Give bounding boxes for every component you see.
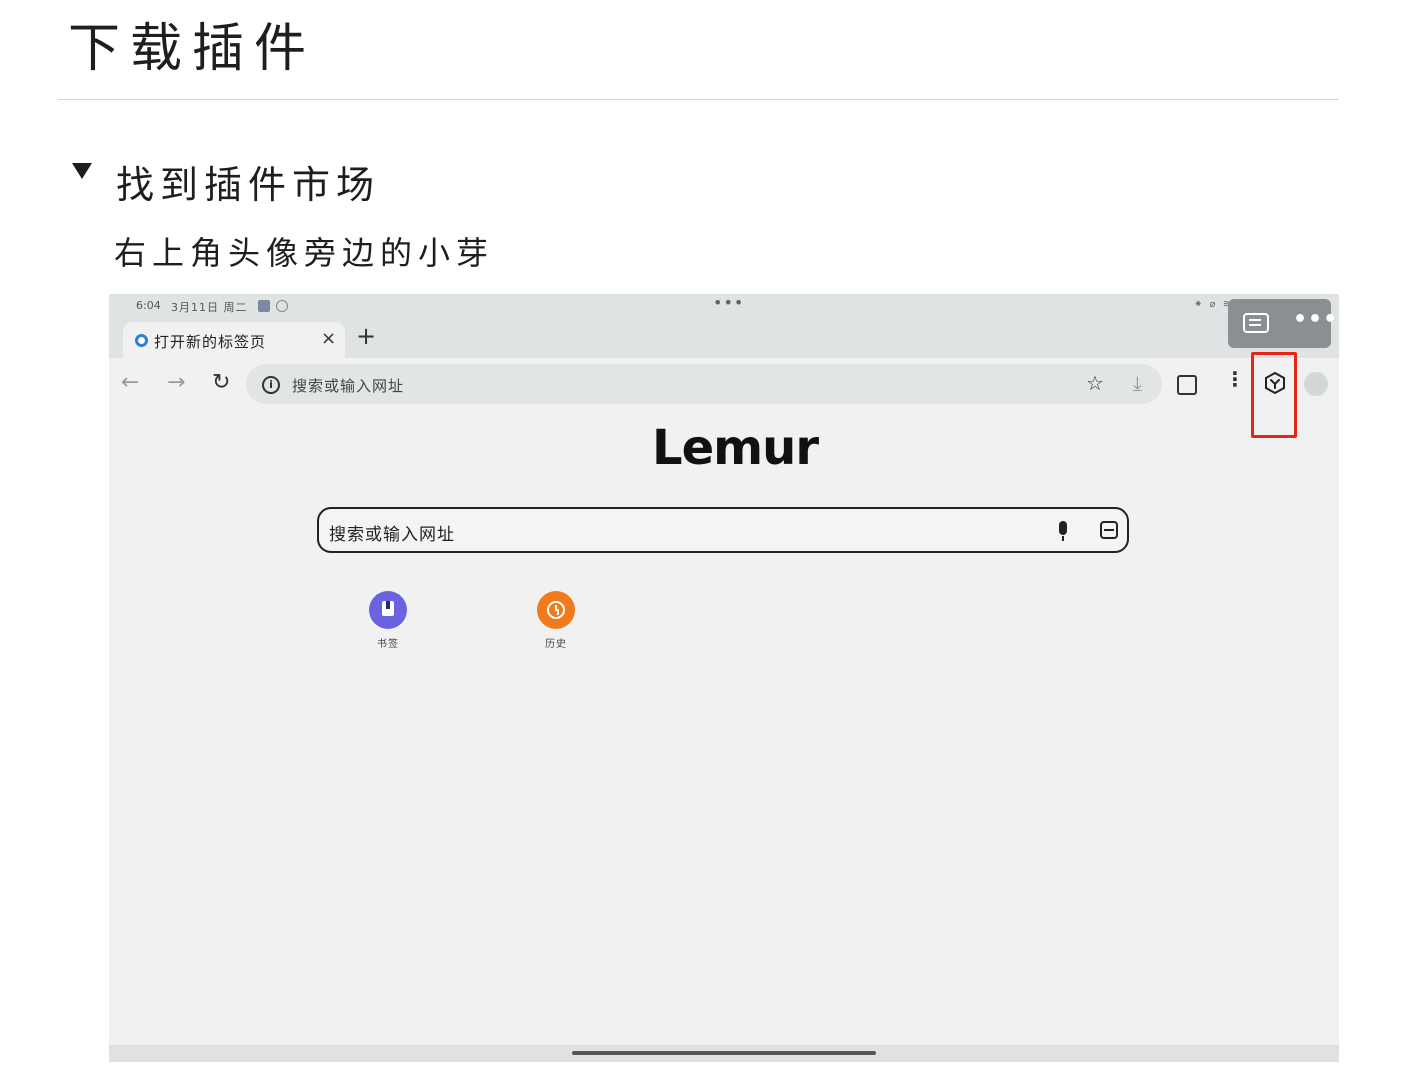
more-options-icon[interactable]: •••	[1293, 307, 1338, 332]
forward-arrow-icon[interactable]: →	[167, 370, 185, 395]
tab-close-icon[interactable]: ×	[321, 328, 336, 349]
document-title: 下载插件	[68, 19, 317, 79]
status-sync-icon	[276, 300, 288, 312]
section-heading: 找到插件市场	[116, 163, 381, 207]
title-divider	[58, 99, 1339, 100]
new-tab-button[interactable]: +	[356, 322, 376, 350]
address-bar[interactable]: i 搜索或输入网址 ☆ ⤓	[246, 364, 1162, 404]
microphone-icon[interactable]	[1059, 521, 1067, 541]
home-indicator[interactable]	[572, 1051, 876, 1055]
bookmark-icon	[369, 591, 407, 629]
bookmark-star-icon[interactable]: ☆	[1086, 371, 1104, 395]
tab-favicon-icon	[135, 334, 148, 347]
toggle-triangle-icon[interactable]	[72, 163, 92, 179]
tab-switcher-icon[interactable]	[1177, 375, 1197, 395]
history-clock-icon	[537, 591, 575, 629]
reload-icon[interactable]: ↻	[212, 370, 230, 395]
browser-toolbar: ← → ↻ i 搜索或输入网址 ☆ ⤓ ⋮	[109, 358, 1339, 410]
tab-bar: 打开新的标签页 × +	[109, 318, 1339, 358]
status-time: 6:04	[136, 299, 161, 312]
profile-avatar-icon[interactable]	[1304, 372, 1328, 396]
shortcut-label: 书签	[377, 639, 399, 650]
page-search-placeholder: 搜索或输入网址	[329, 525, 455, 545]
download-icon[interactable]: ⤓	[1133, 371, 1142, 395]
section-description: 右上角头像旁边的小芽	[114, 234, 495, 272]
address-bar-placeholder: 搜索或输入网址	[292, 377, 405, 395]
chat-bubble-icon[interactable]	[1243, 313, 1269, 333]
tab-title: 打开新的标签页	[154, 333, 267, 351]
site-info-icon[interactable]: i	[262, 376, 280, 394]
lemur-logo: Lemur	[652, 420, 819, 476]
status-center-dots: •••	[713, 294, 745, 312]
highlight-annotation-box	[1251, 352, 1297, 438]
back-arrow-icon[interactable]: ←	[121, 370, 139, 395]
floating-window-panel: •••	[1228, 299, 1337, 348]
scan-icon[interactable]	[1100, 521, 1118, 539]
kebab-menu-icon[interactable]: ⋮	[1225, 369, 1245, 389]
status-app-icon	[258, 300, 270, 312]
page-search-box[interactable]: 搜索或输入网址	[317, 507, 1129, 553]
shortcut-label: 历史	[545, 639, 567, 650]
shortcut-bookmarks[interactable]: 书签	[348, 591, 428, 650]
status-date: 3月11日 周二	[171, 301, 248, 314]
bottom-bar	[109, 1045, 1339, 1062]
browser-screenshot: 6:04 3月11日 周二 ••• ⁕ ⌀ ≋ ▭ 17% 打开新的标签页 × …	[109, 294, 1339, 1062]
status-bar: 6:04 3月11日 周二 ••• ⁕ ⌀ ≋ ▭ 17%	[109, 294, 1339, 318]
tab-new-tab-page[interactable]: 打开新的标签页 ×	[123, 322, 345, 358]
shortcut-history[interactable]: 历史	[516, 591, 596, 650]
